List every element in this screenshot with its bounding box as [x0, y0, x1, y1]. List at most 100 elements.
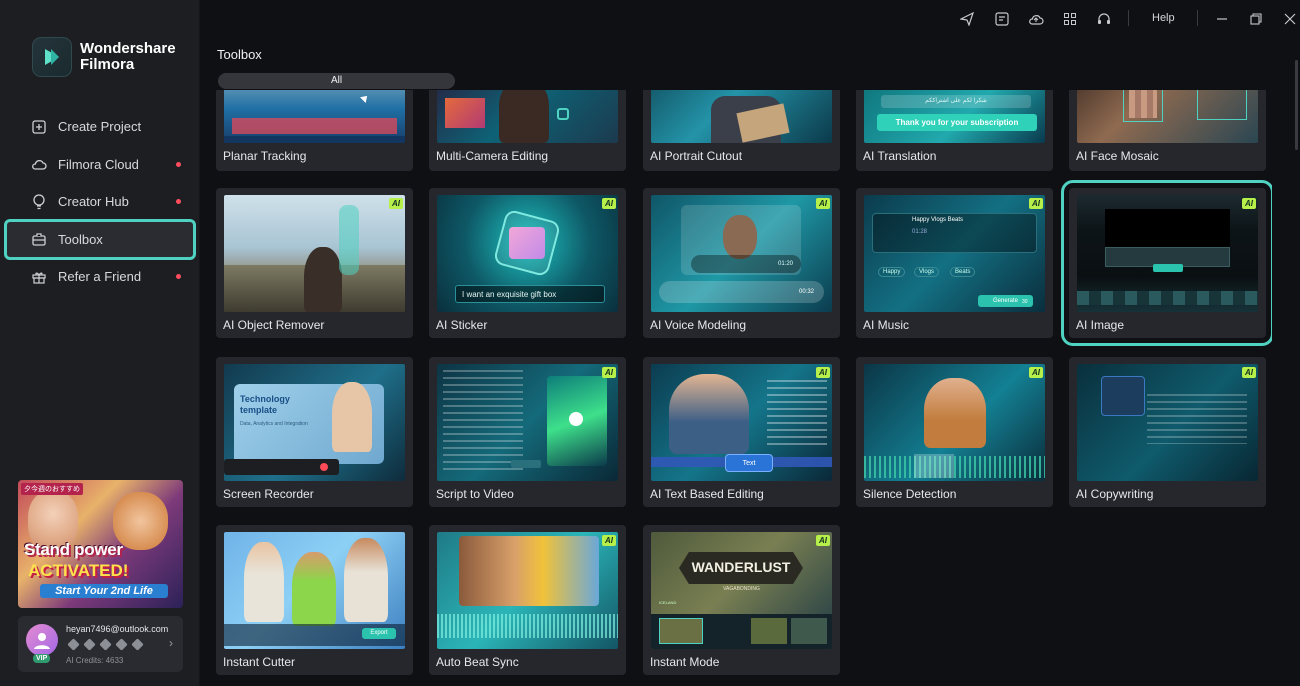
restore-icon[interactable] [1247, 10, 1265, 28]
ai-badge: AI [816, 535, 830, 546]
tool-card-label: Instant Cutter [223, 655, 296, 669]
media-icon[interactable] [993, 10, 1011, 28]
tool-thumbnail [864, 364, 1045, 481]
promo-line2: ACTIVATED! [28, 561, 129, 580]
thumb-music-title: Happy Vlogs Beats [912, 217, 964, 223]
sidebar-nav: Create Project Filmora Cloud Creator Hub… [4, 108, 196, 296]
chevron-right-icon[interactable]: › [169, 636, 173, 650]
grid-icon[interactable] [1061, 10, 1079, 28]
minimize-icon[interactable] [1213, 10, 1231, 28]
tool-card-label: AI Copywriting [1076, 487, 1154, 501]
sidebar-item-filmora-cloud[interactable]: Filmora Cloud [6, 146, 194, 183]
ai-credits: AI Credits: 4633 [66, 656, 124, 665]
tool-card-label: AI Sticker [436, 318, 488, 332]
tool-thumbnail: I want an exquisite gift box [437, 195, 618, 312]
tool-thumbnail: Export [224, 532, 405, 649]
thumb-instant-title: WANDERLUST [679, 552, 803, 584]
tool-card-ai-text-based-editing[interactable]: Text AI AI Text Based Editing [643, 357, 840, 507]
membership-icons [67, 638, 144, 651]
account-panel[interactable]: VIP heyan7496@outlook.com AI Credits: 46… [18, 616, 183, 672]
badge-icon [67, 638, 80, 651]
plus-square-icon [30, 118, 48, 136]
tool-card-ai-face-mosaic[interactable]: AI Face Mosaic [1069, 90, 1266, 171]
cloud-upload-icon[interactable] [1027, 10, 1045, 28]
tool-thumbnail: WANDERLUST VAGABONDING ICELAND [651, 532, 832, 649]
thumb-time: 01:20 [691, 255, 801, 273]
toolbox-grid: Planar Tracking Multi-Camera Editing AI … [216, 90, 1272, 686]
promo-banner[interactable]: 夕今週のおすすめ Stand power ACTIVATED! Start Yo… [18, 480, 183, 608]
tool-thumbnail [1077, 195, 1258, 312]
tool-thumbnail [437, 532, 618, 649]
tool-card-multi-camera-editing[interactable]: Multi-Camera Editing [429, 90, 626, 171]
send-icon[interactable] [958, 10, 976, 28]
promo-tag: 夕今週のおすすめ [21, 483, 83, 495]
tool-card-ai-object-remover[interactable]: AI AI Object Remover [216, 188, 413, 338]
badge-icon [131, 638, 144, 651]
sidebar-item-creator-hub[interactable]: Creator Hub [6, 183, 194, 220]
tool-card-ai-sticker[interactable]: I want an exquisite gift box AI AI Stick… [429, 188, 626, 338]
tool-card-label: Auto Beat Sync [436, 655, 519, 669]
thumb-count: 30 [1022, 299, 1028, 305]
category-tabs: All [218, 73, 455, 89]
tool-thumbnail [651, 90, 832, 143]
tool-card-ai-portrait-cutout[interactable]: AI Portrait Cutout [643, 90, 840, 171]
tool-thumbnail: Technology template Data, Analytics and … [224, 364, 405, 481]
vip-badge: VIP [33, 654, 51, 663]
headset-icon[interactable] [1095, 10, 1113, 28]
tool-card-label: AI Voice Modeling [650, 318, 747, 332]
tool-card-label: Silence Detection [863, 487, 957, 501]
tool-card-label: Planar Tracking [223, 149, 307, 163]
promo-line1: Stand power [24, 540, 123, 559]
tool-thumbnail [1077, 364, 1258, 481]
ai-badge: AI [602, 367, 616, 378]
ai-badge: AI [816, 198, 830, 209]
ai-badge: AI [602, 535, 616, 546]
tool-card-screen-recorder[interactable]: Technology template Data, Analytics and … [216, 357, 413, 507]
notification-dot [176, 161, 181, 167]
ai-badge: AI [816, 367, 830, 378]
tool-card-ai-voice-modeling[interactable]: 01:20 00:32 AI AI Voice Modeling [643, 188, 840, 338]
tool-card-silence-detection[interactable]: AI Silence Detection [856, 357, 1053, 507]
avatar[interactable] [26, 624, 58, 656]
thumb-time: 00:32 [659, 281, 824, 303]
tool-card-script-to-video[interactable]: AI Script to Video [429, 357, 626, 507]
tab-all[interactable]: All [218, 73, 455, 89]
tool-thumbnail [437, 364, 618, 481]
tool-card-ai-translation[interactable]: شكرا لكم على اشتراككم Thank you for your… [856, 90, 1053, 171]
tool-card-label: Multi-Camera Editing [436, 149, 549, 163]
thumb-tag: Vlogs [914, 267, 940, 277]
tool-card-ai-music[interactable]: Happy Vlogs Beats 01:28 Happy Vlogs Beat… [856, 188, 1053, 338]
sidebar-item-label: Creator Hub [58, 194, 129, 209]
tool-card-label: Script to Video [436, 487, 514, 501]
tool-card-instant-mode[interactable]: WANDERLUST VAGABONDING ICELAND AI Instan… [643, 525, 840, 675]
tool-thumbnail: 01:20 00:32 [651, 195, 832, 312]
sidebar-item-label: Toolbox [58, 231, 103, 247]
sidebar-item-refer-a-friend[interactable]: Refer a Friend [6, 258, 194, 295]
sidebar-item-toolbox[interactable]: Toolbox [4, 218, 196, 260]
account-email: heyan7496@outlook.com [66, 624, 169, 634]
close-icon[interactable] [1281, 10, 1299, 28]
help-button[interactable]: Help [1152, 12, 1175, 24]
tool-card-ai-copywriting[interactable]: AI AI Copywriting [1069, 357, 1266, 507]
cloud-icon [30, 155, 48, 173]
sidebar-item-create-project[interactable]: Create Project [6, 108, 194, 145]
badge-icon [115, 638, 128, 651]
scrollbar[interactable] [1295, 60, 1298, 150]
tool-card-auto-beat-sync[interactable]: AI Auto Beat Sync [429, 525, 626, 675]
badge-icon [99, 638, 112, 651]
thumb-sub: Data, Analytics and Integration [240, 421, 308, 427]
tool-card-instant-cutter[interactable]: Export Instant Cutter [216, 525, 413, 675]
brand-name: Wondershare Filmora [80, 40, 176, 73]
brand[interactable]: Wondershare Filmora [32, 37, 176, 77]
tool-thumbnail [224, 90, 405, 143]
badge-icon [83, 638, 96, 651]
thumb-instant-loc: ICELAND [659, 600, 677, 605]
ai-badge: AI [1242, 367, 1256, 378]
thumb-title: Technology template [240, 394, 290, 415]
sidebar-item-label: Filmora Cloud [58, 156, 139, 172]
tool-card-label: Screen Recorder [223, 487, 314, 501]
tool-card-label: AI Text Based Editing [650, 487, 764, 501]
tool-card-ai-image[interactable]: AI AI Image [1061, 180, 1272, 346]
tool-card-planar-tracking[interactable]: Planar Tracking [216, 90, 413, 171]
tool-card-label: AI Image [1076, 318, 1125, 332]
